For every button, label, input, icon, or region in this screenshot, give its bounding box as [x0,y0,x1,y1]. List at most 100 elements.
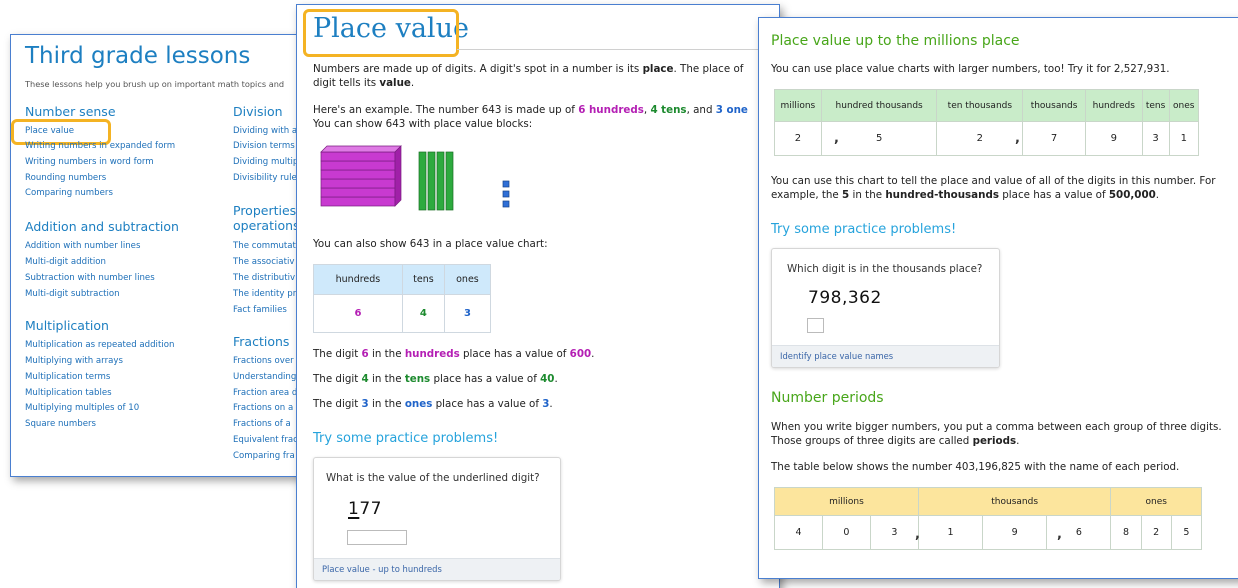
explain-line-2: example, the 5 in the hundred-thousands … [771,189,1160,201]
value-ones: 1 [1168,121,1200,156]
practice-heading: Try some practice problems! [771,222,957,237]
link-multi-digit-addition[interactable]: Multi-digit addition [25,257,106,268]
link-rounding[interactable]: Rounding numbers [25,173,106,184]
digit-line-ones: The digit 3 in the ones place has a valu… [313,398,553,410]
comma-separator: , [915,527,920,542]
value-ten-thousands: 2 [936,121,1024,156]
link-comparing[interactable]: Comparing numbers [25,188,113,199]
link-fact-families[interactable]: Fact families [233,305,287,316]
hundreds-blocks [320,145,402,207]
periods-line-3: The table below shows the number 403,196… [771,461,1180,473]
link-associative[interactable]: The associativ [233,257,294,268]
answer-input[interactable] [347,530,407,545]
answer-input[interactable] [807,318,824,333]
period-digit: 8 [1110,515,1142,550]
comma-separator: , [834,131,839,146]
link-fractions-of-a[interactable]: Fractions of a [233,419,291,430]
link-equivalent-fractions[interactable]: Equivalent frac [233,435,298,446]
section-heading-fractions: Fractions [233,334,290,349]
link-fraction-area[interactable]: Fraction area d [233,388,297,399]
third-grade-lessons-panel: Third grade lessons These lessons help y… [10,34,310,477]
explain-line-1: You can use this chart to tell the place… [771,175,1216,187]
period-digit: 1 [917,515,984,550]
link-multiplication-terms[interactable]: Multiplication terms [25,372,110,383]
header-millions: millions [774,89,822,122]
link-understanding[interactable]: Understanding [233,372,296,383]
digit-line-hundreds: The digit 6 in the hundreds place has a … [313,348,595,360]
period-digit: 0 [821,515,871,550]
link-subtraction-number-lines[interactable]: Subtraction with number lines [25,273,155,284]
periods-line-2: Those groups of three digits are called … [771,435,1020,447]
section-heading-division: Division [233,104,283,119]
header-ones: ones [1168,89,1200,122]
link-identity[interactable]: The identity pr [233,289,296,300]
link-expanded-form[interactable]: Writing numbers in expanded form [25,141,175,152]
period-digit: 4 [774,515,823,550]
period-header-thousands: thousands [917,487,1112,516]
title-rule [457,49,779,50]
link-division-terms[interactable]: Division terms [233,141,295,152]
value-millions: 2 [774,121,822,156]
title-highlight [303,9,459,57]
link-fractions-over[interactable]: Fractions over [233,356,294,367]
millions-intro: You can use place value charts with larg… [771,63,1170,75]
periods-line-1: When you write bigger numbers, you put a… [771,421,1222,433]
place-value-chart: hundreds tens ones 6 4 3 [313,264,492,333]
card-footer[interactable]: Place value - up to hundreds [314,558,560,580]
link-multiples-of-10[interactable]: Multiplying multiples of 10 [25,403,139,414]
link-square-numbers[interactable]: Square numbers [25,419,96,430]
link-commutative[interactable]: The commutat [233,241,296,252]
chart-value-hundreds: 6 [313,294,403,333]
header-thousands: thousands [1022,89,1086,122]
card-footer-label: Place value - up to hundreds [322,564,442,574]
card-question: What is the value of the underlined digi… [326,472,540,484]
card-number: 177 [348,499,382,519]
period-header-ones: ones [1110,487,1202,516]
link-dividing-with[interactable]: Dividing with a [233,126,297,137]
link-word-form[interactable]: Writing numbers in word form [25,157,154,168]
header-hundred-thousands: hundred thousands [820,89,938,122]
example-line-1: Here's an example. The number 643 is mad… [313,104,748,116]
header-hundreds: hundreds [1084,89,1143,122]
chart-header-ones: ones [443,264,492,295]
comma-separator: , [1057,527,1062,542]
intro-line-1: Numbers are made up of digits. A digit's… [313,63,744,75]
chart-intro: You can also show 643 in a place value c… [313,238,548,250]
chart-header-tens: tens [401,264,445,295]
header-ten-thousands: ten thousands [936,89,1024,122]
page-title: Third grade lessons [25,43,251,69]
section-heading-millions: Place value up to the millions place [771,33,1020,49]
link-distributive[interactable]: The distributiv [233,273,295,284]
card-question: Which digit is in the thousands place? [787,263,983,275]
underlined-digit: 1 [348,499,360,519]
value-thousands: 7 [1022,121,1086,156]
period-digit: 2 [1140,515,1172,550]
link-multi-digit-subtraction[interactable]: Multi-digit subtraction [25,289,120,300]
link-arrays[interactable]: Multiplying with arrays [25,356,123,367]
section-heading-multiplication: Multiplication [25,318,109,333]
periods-table: millions thousands ones 4 0 3 1 9 6 8 2 … [774,487,1203,550]
practice-card[interactable]: What is the value of the underlined digi… [313,457,561,581]
link-repeated-addition[interactable]: Multiplication as repeated addition [25,340,174,351]
link-dividing-multiples[interactable]: Dividing multip [233,157,298,168]
section-heading-operations: operations [233,218,300,233]
period-header-millions: millions [774,487,919,516]
link-divisibility-rules[interactable]: Divisibility rule [233,173,297,184]
chart-value-ones: 3 [443,294,492,333]
chart-header-hundreds: hundreds [313,264,403,295]
card-footer[interactable]: Identify place value names [772,345,999,367]
period-digit: 5 [1170,515,1203,550]
chart-value-tens: 4 [401,294,445,333]
link-multiplication-tables[interactable]: Multiplication tables [25,388,112,399]
practice-card[interactable]: Which digit is in the thousands place? 7… [771,248,1000,368]
millions-place-panel: Place value up to the millions place You… [758,17,1238,579]
ones-cubes [502,180,510,208]
link-addition-number-lines[interactable]: Addition with number lines [25,241,140,252]
section-heading-properties: Properties [233,203,297,218]
card-footer-label: Identify place value names [780,351,894,361]
link-fractions-on-a[interactable]: Fractions on a [233,403,293,414]
practice-heading: Try some practice problems! [313,431,499,446]
link-comparing-fractions[interactable]: Comparing fra [233,451,295,462]
place-value-blocks-illustration [320,145,510,211]
intro-line-2: digit tells its value. [313,77,415,89]
